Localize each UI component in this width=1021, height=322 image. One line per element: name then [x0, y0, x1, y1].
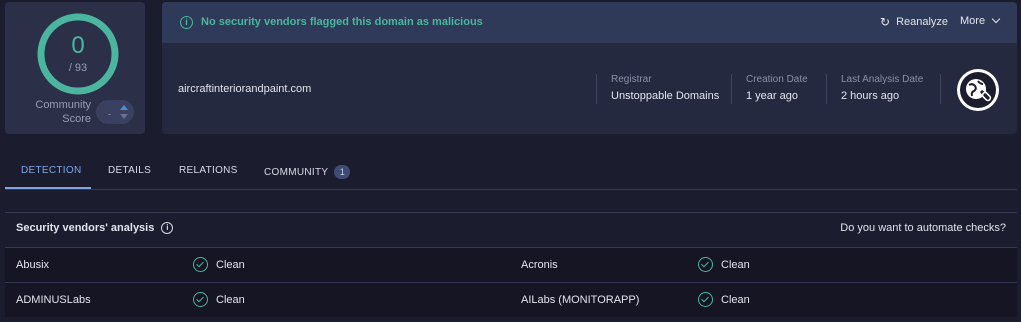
- last-analysis-value: 2 hours ago: [841, 90, 900, 102]
- meta-divider: [826, 74, 827, 104]
- reanalyze-icon: ↻: [880, 15, 891, 29]
- info-icon: i: [180, 16, 193, 29]
- creation-date-label: Creation Date: [746, 74, 808, 85]
- tab-label: COMMUNITY: [264, 166, 329, 178]
- registrar-value: Unstoppable Domains: [611, 90, 720, 102]
- verdict-message: No security vendors flagged this domain …: [201, 16, 483, 28]
- meta-divider: [596, 74, 597, 104]
- panel-title-text: Security vendors' analysis: [16, 222, 155, 234]
- table-row: ADMINUSLabs Clean AILabs (MONITORAPP) Cl…: [5, 282, 1017, 317]
- comment-count-badge: 1: [334, 165, 351, 179]
- vendor-result: Clean: [193, 292, 245, 307]
- domain-badge-icon: [957, 69, 999, 111]
- tab-label: DETAILS: [108, 165, 152, 176]
- creation-date-value: 1 year ago: [746, 90, 798, 102]
- vote-down-icon[interactable]: [120, 114, 128, 119]
- panel-title: Security vendors' analysis i: [16, 222, 174, 234]
- reanalyze-button[interactable]: ↻ Reanalyze: [880, 15, 948, 29]
- community-vote-control[interactable]: -: [96, 100, 134, 124]
- globe-link-icon: [966, 79, 992, 102]
- creation-date-field: Creation Date 1 year ago: [746, 74, 808, 104]
- vendor-analysis-panel: Security vendors' analysis i Do you want…: [5, 212, 1017, 322]
- result-label: Clean: [216, 293, 245, 306]
- tab-label: DETECTION: [21, 165, 82, 176]
- info-icon[interactable]: i: [161, 222, 174, 234]
- check-circle-icon: [193, 257, 208, 272]
- tab-bar: DETECTION DETAILS RELATIONS COMMUNITY 1: [5, 150, 1017, 190]
- detection-count: 0: [71, 32, 85, 59]
- vendor-name[interactable]: Acronis: [521, 259, 558, 271]
- tab-details[interactable]: DETAILS: [108, 165, 151, 176]
- tab-detection[interactable]: DETECTION: [21, 165, 81, 176]
- meta-divider: [731, 74, 732, 104]
- vendor-total: / 93: [68, 62, 88, 74]
- vote-up-icon[interactable]: [120, 105, 128, 110]
- tab-relations[interactable]: RELATIONS: [179, 165, 238, 176]
- vendor-name[interactable]: AILabs (MONITORAPP): [521, 294, 639, 306]
- result-label: Clean: [721, 293, 750, 306]
- domain-name[interactable]: aircraftinteriorandpaint.com: [178, 83, 311, 95]
- community-score-card: 0 / 93 Community Score -: [5, 2, 145, 134]
- more-dropdown[interactable]: More: [960, 14, 1001, 27]
- vendor-result: Clean: [698, 257, 750, 272]
- reanalyze-label: Reanalyze: [896, 16, 949, 28]
- last-analysis-label: Last Analysis Date: [841, 74, 924, 85]
- check-circle-icon: [698, 292, 713, 307]
- panel-header: Security vendors' analysis i Do you want…: [5, 213, 1017, 244]
- registrar-label: Registrar: [611, 74, 652, 85]
- tab-community[interactable]: COMMUNITY 1: [264, 165, 351, 179]
- result-label: Clean: [216, 258, 245, 271]
- more-label: More: [960, 15, 986, 27]
- verdict-banner: i No security vendors flagged this domai…: [162, 2, 1017, 43]
- registrar-field: Registrar Unstoppable Domains: [611, 74, 719, 104]
- vendor-name[interactable]: Abusix: [16, 259, 49, 271]
- tab-label: RELATIONS: [179, 165, 238, 176]
- check-circle-icon: [698, 257, 713, 272]
- vendor-name[interactable]: ADMINUSLabs: [16, 294, 91, 306]
- check-circle-icon: [193, 292, 208, 307]
- automate-checks-link[interactable]: Do you want to automate checks?: [840, 222, 1006, 234]
- vendor-result: Clean: [698, 292, 750, 307]
- vendor-result: Clean: [193, 257, 245, 272]
- active-tab-indicator: [5, 187, 91, 189]
- result-label: Clean: [721, 258, 750, 271]
- last-analysis-field: Last Analysis Date 2 hours ago: [841, 74, 923, 104]
- table-row: Abusix Clean Acronis Clean: [5, 247, 1017, 282]
- chevron-down-icon: [991, 14, 1001, 24]
- community-score-label: Community Score: [35, 99, 91, 125]
- domain-summary-card: i No security vendors flagged this domai…: [162, 2, 1017, 134]
- meta-divider: [940, 74, 941, 104]
- vote-value: -: [108, 109, 111, 119]
